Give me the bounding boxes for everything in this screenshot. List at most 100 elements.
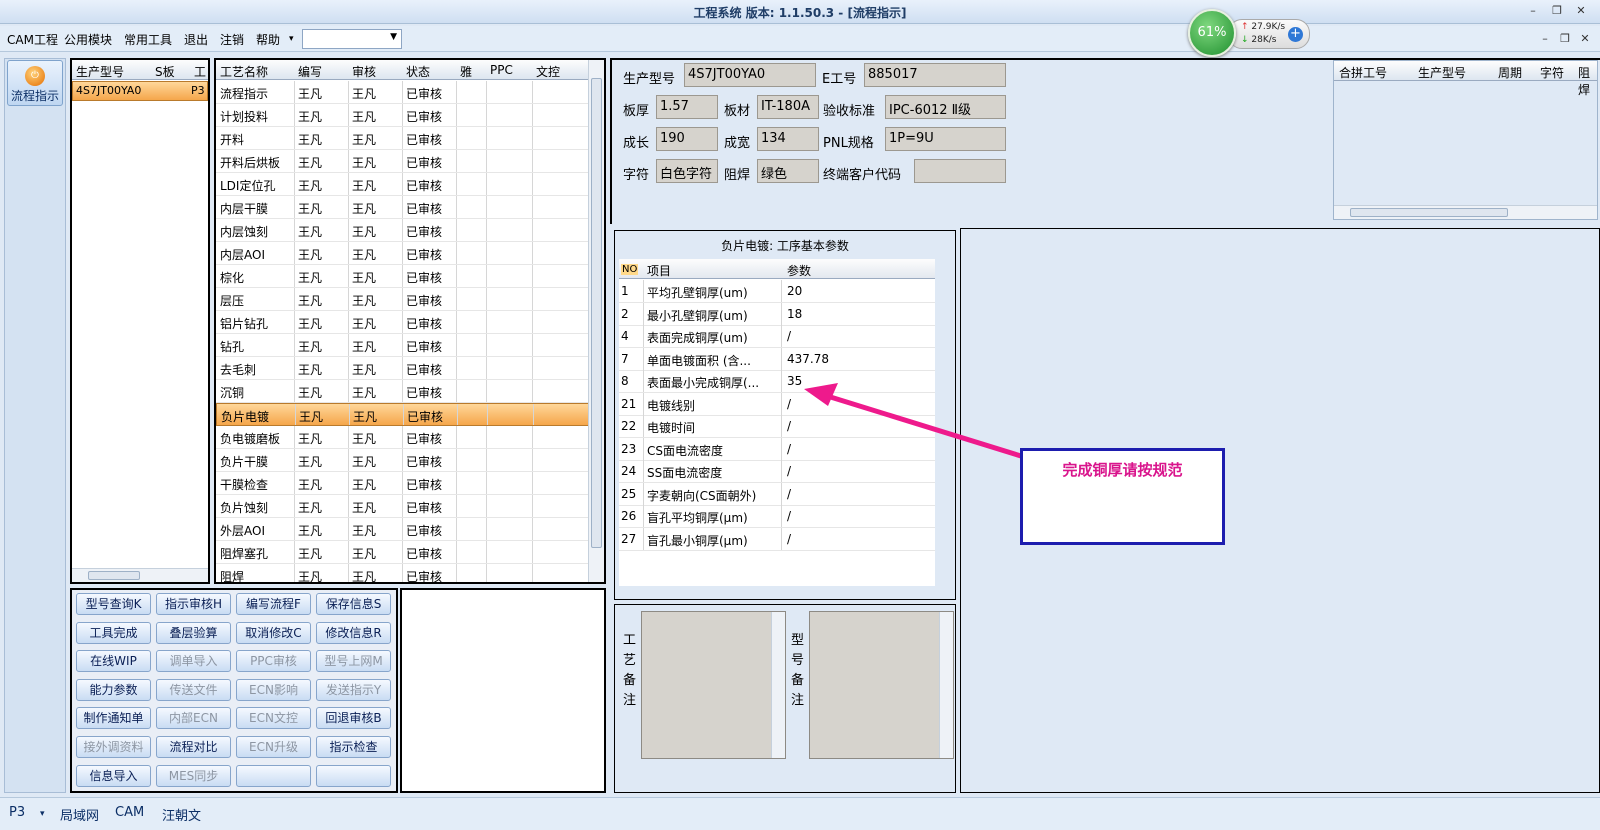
- table-row[interactable]: 负电镀磨板 王凡 王凡 已审核: [216, 426, 604, 449]
- table-row[interactable]: 流程指示 王凡 王凡 已审核: [216, 81, 604, 104]
- action-button[interactable]: 能力参数: [76, 678, 151, 701]
- empty-button[interactable]: [236, 764, 311, 787]
- length-field[interactable]: 190: [656, 127, 718, 151]
- action-button[interactable]: 型号上网M: [316, 650, 391, 673]
- action-button[interactable]: 修改信息R: [316, 621, 391, 644]
- mdi-restore-icon[interactable]: ❐: [1556, 32, 1574, 46]
- col-work[interactable]: 工: [194, 63, 206, 80]
- col-param[interactable]: 参数: [787, 262, 811, 279]
- action-button[interactable]: 编写流程F: [236, 593, 311, 615]
- table-row[interactable]: 阻焊 王凡 王凡 已审核: [216, 564, 604, 582]
- col-period[interactable]: 周期: [1498, 64, 1522, 81]
- status-p3[interactable]: P3: [9, 805, 25, 820]
- thickness-field[interactable]: 1.57: [656, 95, 718, 119]
- col-merge-no[interactable]: 合拼工号: [1339, 64, 1387, 81]
- action-button[interactable]: 指示检查: [316, 736, 391, 758]
- param-row[interactable]: 2 最小孔壁铜厚(um) 18: [619, 302, 935, 326]
- chevron-down-icon[interactable]: ▾: [40, 809, 45, 819]
- table-row[interactable]: 开料后烘板 王凡 王凡 已审核: [216, 150, 604, 173]
- table-row[interactable]: 内层干膜 王凡 王凡 已审核: [216, 196, 604, 219]
- action-button[interactable]: 制作通知单: [76, 707, 151, 730]
- hscroll-thumb[interactable]: [88, 571, 140, 580]
- flow-instruction-button[interactable]: ⏻ 流程指示: [7, 60, 63, 106]
- col-doc-control[interactable]: 文控: [536, 63, 560, 80]
- action-button[interactable]: PPC审核: [236, 650, 311, 673]
- col-model[interactable]: 生产型号: [76, 63, 124, 80]
- mdi-close-icon[interactable]: ✕: [1576, 32, 1594, 46]
- table-row[interactable]: 外层AOI 王凡 王凡 已审核: [216, 518, 604, 541]
- process-grid-vscroll[interactable]: [588, 60, 604, 582]
- col-process-name[interactable]: 工艺名称: [220, 63, 268, 80]
- col-status[interactable]: 状态: [406, 63, 430, 80]
- network-speed-widget[interactable]: ↑ 27.9K/s ↓ 28K/s + 61%: [1188, 9, 1313, 57]
- param-row[interactable]: 24 SS面电流密度 /: [619, 460, 935, 483]
- menu-tools[interactable]: 常用工具: [124, 31, 172, 48]
- vscroll-thumb[interactable]: [591, 78, 602, 548]
- action-button[interactable]: 调单导入: [156, 650, 231, 673]
- empty-button[interactable]: [316, 764, 391, 787]
- note-vscroll[interactable]: [771, 612, 785, 758]
- col-no[interactable]: NO: [621, 264, 639, 275]
- table-row[interactable]: 开料 王凡 王凡 已审核: [216, 127, 604, 150]
- action-button[interactable]: 保存信息S: [316, 593, 391, 615]
- merge-grid-hscroll[interactable]: [1334, 205, 1597, 219]
- menu-cam[interactable]: CAM工程: [7, 31, 58, 48]
- note-vscroll[interactable]: [939, 612, 953, 758]
- action-button[interactable]: ECN影响: [236, 678, 311, 701]
- width-field[interactable]: 134: [757, 127, 819, 151]
- table-row[interactable]: 阻焊塞孔 王凡 王凡 已审核: [216, 541, 604, 564]
- menu-public[interactable]: 公用模块: [64, 31, 112, 48]
- action-button[interactable]: 工具完成: [76, 621, 151, 644]
- action-button[interactable]: 流程对比: [156, 736, 231, 758]
- col-mask[interactable]: 阻焊: [1578, 64, 1597, 98]
- action-button[interactable]: 回退审核B: [316, 707, 391, 730]
- maximize-icon[interactable]: ❐: [1548, 4, 1566, 18]
- param-row[interactable]: 25 字麦朝向(CS面朝外) /: [619, 482, 935, 506]
- col-reviewer[interactable]: 审核: [352, 63, 376, 80]
- table-row[interactable]: 负片蚀刻 王凡 王凡 已审核: [216, 495, 604, 518]
- table-row[interactable]: LDI定位孔 王凡 王凡 已审核: [216, 173, 604, 196]
- action-button[interactable]: ECN升级: [236, 736, 311, 758]
- minimize-icon[interactable]: –: [1524, 4, 1542, 18]
- table-row[interactable]: 层压 王凡 王凡 已审核: [216, 288, 604, 311]
- col-ya[interactable]: 雅: [460, 63, 472, 80]
- action-button[interactable]: 取消修改C: [236, 621, 311, 644]
- eno-field[interactable]: 885017: [864, 63, 1006, 87]
- pnl-field[interactable]: 1P=9U: [885, 127, 1006, 151]
- action-button[interactable]: 型号查询K: [76, 593, 151, 615]
- help-dropdown-icon[interactable]: ▾: [289, 34, 294, 44]
- col-ppc[interactable]: PPC: [490, 63, 513, 77]
- action-button[interactable]: 指示审核H: [156, 593, 231, 615]
- table-row[interactable]: 铝片钻孔 王凡 王凡 已审核: [216, 311, 604, 334]
- character-field[interactable]: 白色字符: [656, 159, 718, 183]
- mdi-minimize-icon[interactable]: –: [1536, 32, 1554, 46]
- action-button[interactable]: 在线WIP: [76, 650, 151, 673]
- col-merge-model[interactable]: 生产型号: [1418, 64, 1466, 81]
- col-item[interactable]: 项目: [647, 262, 671, 279]
- table-row[interactable]: 沉铜 王凡 王凡 已审核: [216, 380, 604, 403]
- menu-exit[interactable]: 退出: [184, 31, 208, 48]
- customer-code-field[interactable]: [914, 159, 1006, 183]
- table-row[interactable]: 去毛刺 王凡 王凡 已审核: [216, 357, 604, 380]
- table-row[interactable]: 负片干膜 王凡 王凡 已审核: [216, 449, 604, 472]
- table-row[interactable]: 内层AOI 王凡 王凡 已审核: [216, 242, 604, 265]
- action-button[interactable]: 传送文件: [156, 678, 231, 701]
- model-grid-hscroll[interactable]: [72, 568, 208, 582]
- col-s-board[interactable]: S板: [155, 63, 175, 80]
- action-button[interactable]: 发送指示Y: [316, 678, 391, 701]
- menu-combo[interactable]: ▼: [302, 29, 402, 49]
- action-button[interactable]: 信息导入: [76, 764, 151, 787]
- param-row[interactable]: 8 表面最小完成铜厚(... 35: [619, 370, 935, 393]
- process-note-textarea[interactable]: [641, 611, 786, 759]
- action-button[interactable]: 接外调资料: [76, 736, 151, 758]
- hscroll-thumb[interactable]: [1350, 208, 1508, 217]
- menu-logout[interactable]: 注销: [220, 31, 244, 48]
- model-field[interactable]: 4S7JT00YA0: [684, 63, 816, 87]
- action-button[interactable]: 内部ECN: [156, 707, 231, 730]
- param-row[interactable]: 22 电镀时间 /: [619, 415, 935, 438]
- param-row[interactable]: 27 盲孔最小铜厚(μm) /: [619, 527, 935, 551]
- plus-icon[interactable]: +: [1288, 27, 1303, 42]
- param-row[interactable]: 4 表面完成铜厚(um) /: [619, 325, 935, 348]
- model-note-textarea[interactable]: [809, 611, 954, 759]
- standard-field[interactable]: IPC-6012 Ⅱ级: [885, 95, 1006, 119]
